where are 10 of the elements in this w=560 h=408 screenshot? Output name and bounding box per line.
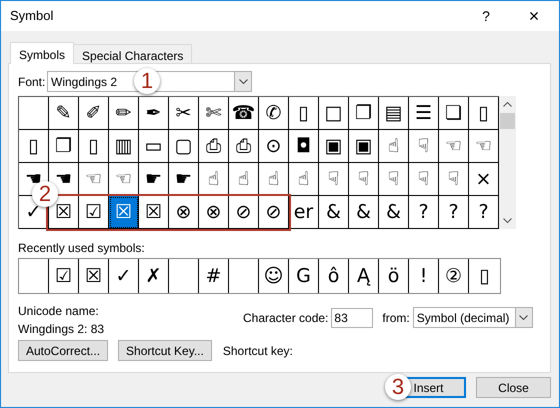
callout-tooltip: 3 [385,374,411,400]
field-label: Font: [18,74,46,90]
callout-tooltip: 1 [134,68,160,94]
field-label: from: [382,310,410,326]
field-label: Unicode name: [18,303,100,320]
field-label: Character code: [243,310,328,326]
section-label: Recently used symbols: [18,241,146,255]
window-title: Symbol [10,7,54,26]
unicode-name-value: Wingdings 2: 83 [18,321,106,338]
field-label: Shortcut key: [222,342,293,360]
